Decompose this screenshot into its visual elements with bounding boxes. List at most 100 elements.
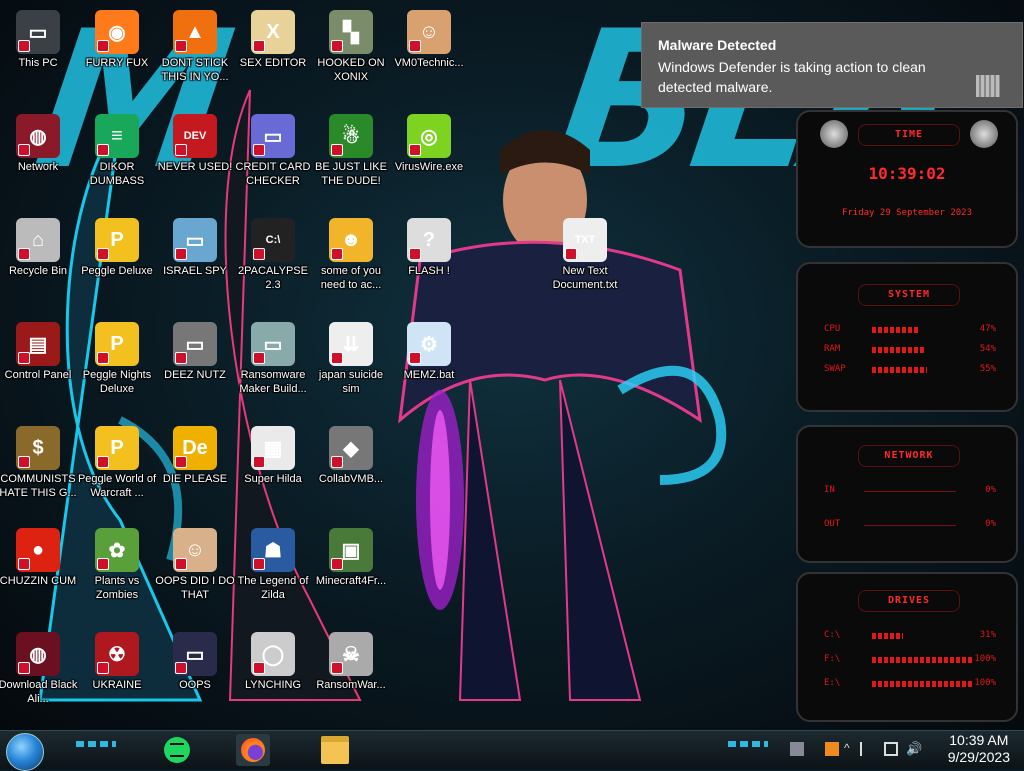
desktop-icon-label: Minecraft4Fr...	[315, 575, 387, 587]
taskbar-file-explorer-button[interactable]	[318, 734, 352, 766]
taskbar-spotify-button[interactable]	[160, 734, 194, 766]
desktop-icon[interactable]: ✿ Plants vs Zombies	[77, 522, 157, 622]
desktop-icon[interactable]: ▭ OOPS	[155, 626, 235, 726]
shortcut-badge-icon	[331, 248, 343, 260]
desktop-icon[interactable]: ▭ CREDIT CARD CHECKER	[233, 108, 313, 208]
desktop-icon-image: ▭	[251, 114, 295, 158]
desktop-icon[interactable]: X SEX EDITOR	[233, 4, 313, 104]
desktop-icon[interactable]: ? FLASH !	[389, 212, 469, 312]
desktop-icon-label: OOPS	[179, 679, 211, 691]
desktop-icon[interactable]: De DIE PLEASE	[155, 420, 235, 520]
desktop-icon[interactable]: ▭ DEEZ NUTZ	[155, 316, 235, 416]
shortcut-badge-icon	[409, 144, 421, 156]
desktop-icon[interactable]: ⚙ MEMZ.bat	[389, 316, 469, 416]
desktop-icon[interactable]: TXT New Text Document.txt	[545, 212, 625, 312]
desktop-icon[interactable]: ◍ Network	[0, 108, 78, 208]
shortcut-badge-icon	[175, 558, 187, 570]
chevron-up-icon[interactable]: ^	[844, 741, 850, 755]
desktop-icon[interactable]: C:\ 2PACALYPSE 2.3	[233, 212, 313, 312]
shortcut-badge-icon	[18, 144, 30, 156]
desktop-icon[interactable]: ● CHUZZIN CUM	[0, 522, 78, 622]
desktop-icon-label: Peggle Nights Deluxe	[82, 369, 152, 395]
desktop-icon[interactable]: ◉ FURRY FUX	[77, 4, 157, 104]
shortcut-badge-icon	[97, 352, 109, 364]
network-widget: NETWORK IN 0% OUT 0%	[796, 425, 1018, 563]
desktop-icon[interactable]: ☗ The Legend of Zilda	[233, 522, 313, 622]
desktop-icon[interactable]: ▚ HOOKED ON XONIX	[311, 4, 391, 104]
desktop-icon[interactable]: ◎ VirusWire.exe	[389, 108, 469, 208]
malware-notification-toast[interactable]: Malware Detected Windows Defender is tak…	[641, 22, 1023, 108]
taskbar-clock[interactable]: 10:39 AM 9/29/2023	[948, 732, 1010, 766]
flag-icon[interactable]	[860, 742, 876, 756]
desktop-icon-label: japan suicide sim	[318, 369, 384, 395]
desktop-icon[interactable]: ▣ Minecraft4Fr...	[311, 522, 391, 622]
desktop-icon-label: Peggle World of Warcraft ...	[77, 473, 157, 499]
desktop-icon-label: some of you need to ac...	[320, 265, 382, 291]
desktop-icon[interactable]: ☢ UKRAINE	[77, 626, 157, 726]
desktop-icon[interactable]: ⌂ Recycle Bin	[0, 212, 78, 312]
desktop-icon[interactable]: ◍ Download Black Ali...	[0, 626, 78, 726]
widget-level-bar	[872, 347, 926, 353]
widget-row: IN 0%	[824, 485, 996, 497]
desktop-icon[interactable]: P Peggle Nights Deluxe	[77, 316, 157, 416]
desktop-icon[interactable]: P Peggle World of Warcraft ...	[77, 420, 157, 520]
desktop-icon-label: ISRAEL SPY	[163, 265, 227, 277]
desktop-icon-label: VM0Technic...	[394, 57, 464, 69]
desktop-icon-label: COMMUNISTS HATE THIS G...	[0, 473, 77, 499]
network-tray-icon[interactable]	[884, 742, 898, 756]
taskbar-decoration	[76, 741, 116, 747]
desktop-icon-label: BE JUST LIKE THE DUDE!	[315, 161, 387, 187]
desktop-icon[interactable]: ▭ This PC	[0, 4, 78, 104]
desktop-icon-label: VirusWire.exe	[394, 161, 464, 173]
desktop-icon-image: ▭	[173, 218, 217, 262]
shortcut-badge-icon	[331, 456, 343, 468]
shortcut-badge-icon	[18, 40, 30, 52]
desktop-icon-label: UKRAINE	[92, 679, 142, 691]
network-activity-line	[864, 491, 956, 492]
desktop-icon[interactable]: ⇊ japan suicide sim	[311, 316, 391, 416]
widget-row-label: E:\	[824, 678, 841, 688]
desktop-icon[interactable]: ▭ Ransomware Maker Build...	[233, 316, 313, 416]
desktop-icon[interactable]: ◆ CollabVMB...	[311, 420, 391, 520]
desktop-icon[interactable]: DEV NEVER USED!	[155, 108, 235, 208]
widget-row-value: 31%	[979, 630, 996, 640]
toast-message: Windows Defender is taking action to cle…	[658, 59, 926, 95]
desktop-icon[interactable]: ▦ Super Hilda	[233, 420, 313, 520]
desktop-icon-image: ◍	[16, 114, 60, 158]
desktop-icon-image: ▣	[329, 528, 373, 572]
desktop-icon-image: DEV	[173, 114, 217, 158]
show-desktop-icon[interactable]	[790, 742, 804, 756]
widget-row-value: 0%	[985, 485, 996, 495]
shortcut-badge-icon	[253, 558, 265, 570]
desktop-icon-label: DONT STICK THIS IN YO...	[161, 57, 229, 83]
shortcut-badge-icon	[253, 40, 265, 52]
taskbar-firefox-button[interactable]	[236, 734, 270, 766]
start-button[interactable]	[6, 733, 44, 771]
desktop-icon[interactable]: ☠ RansomWar...	[311, 626, 391, 726]
desktop-icon[interactable]: ▲ DONT STICK THIS IN YO...	[155, 4, 235, 104]
system-widget-title: SYSTEM	[858, 284, 960, 306]
desktop-icon[interactable]: ☻ some of you need to ac...	[311, 212, 391, 312]
desktop-icon[interactable]: ≡ DIKOR DUMBASS	[77, 108, 157, 208]
desktop-icon[interactable]: ▭ ISRAEL SPY	[155, 212, 235, 312]
desktop-icon[interactable]: $ COMMUNISTS HATE THIS G...	[0, 420, 78, 520]
time-widget-clock: 10:39:02	[868, 164, 946, 183]
avast-tray-icon[interactable]	[825, 742, 839, 756]
widget-row-label: IN	[824, 485, 835, 495]
desktop-icon[interactable]: ▤ Control Panel	[0, 316, 78, 416]
desktop-icon[interactable]: ☃ BE JUST LIKE THE DUDE!	[311, 108, 391, 208]
desktop-icon[interactable]: P Peggle Deluxe	[77, 212, 157, 312]
clock-date: 9/29/2023	[947, 749, 1010, 765]
shortcut-badge-icon	[97, 662, 109, 674]
desktop-icon-image: ◉	[95, 10, 139, 54]
volume-icon[interactable]: 🔊	[906, 742, 922, 756]
desktop-icon[interactable]: ☺ VM0Technic...	[389, 4, 469, 104]
desktop-icon-label: Download Black Ali...	[0, 679, 78, 705]
desktop-icon-image: ⚙	[407, 322, 451, 366]
desktop-icon-image: ☻	[329, 218, 373, 262]
desktop-icon[interactable]: ◯ LYNCHING	[233, 626, 313, 726]
widget-level-bar	[872, 633, 903, 639]
desktop-icon[interactable]: ☺ OOPS DID I DO THAT	[155, 522, 235, 622]
drives-widget-title: DRIVES	[858, 590, 960, 612]
shortcut-badge-icon	[18, 558, 30, 570]
